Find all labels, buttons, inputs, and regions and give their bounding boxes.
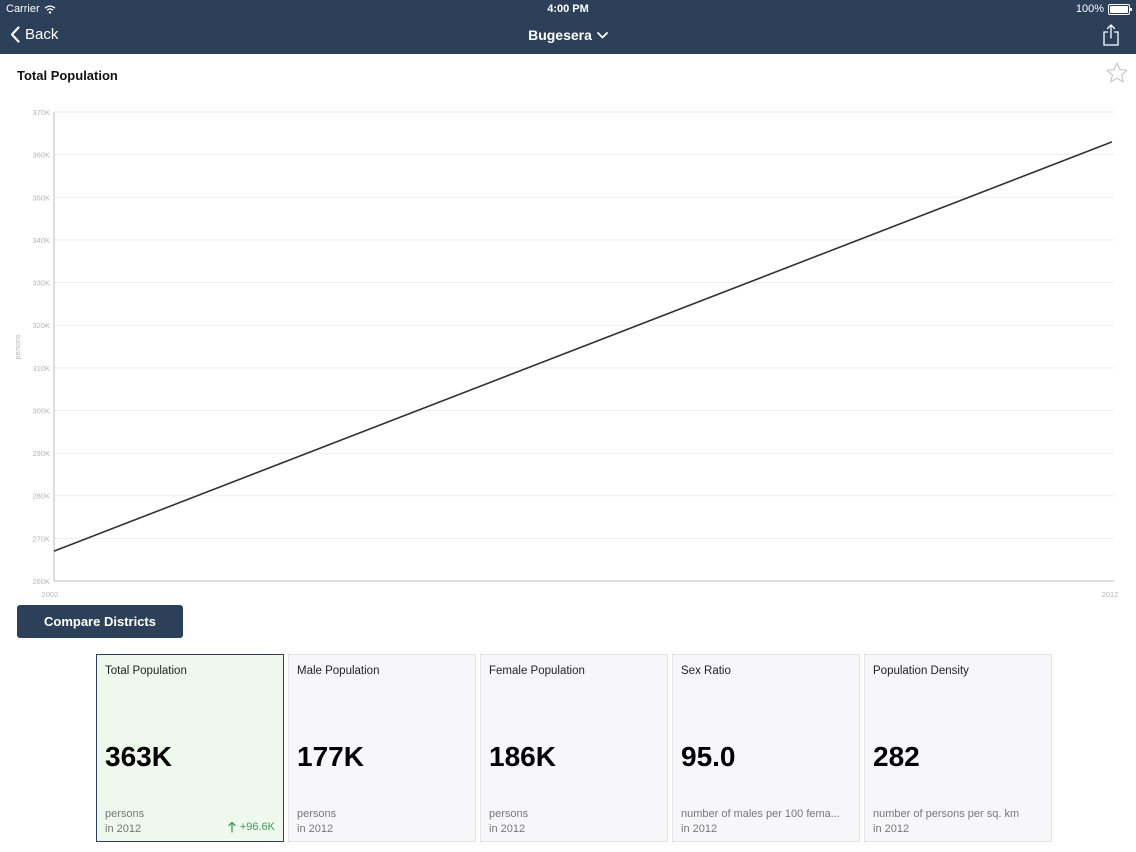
population-line-chart: 260K 270K 280K 290K 300K 310K 320K 330K 340K 350K…	[15, 108, 1119, 599]
district-title: Bugesera	[528, 27, 592, 43]
y-axis-label: persons	[15, 334, 22, 359]
series-line	[53, 141, 1113, 552]
card-unit: persons	[105, 808, 145, 820]
x-axis-ticks: 2002 2012	[42, 590, 1119, 599]
card-year: in 2012	[489, 823, 526, 835]
indicator-cards: Total Population 363K persons in 2012 +9…	[96, 654, 1052, 842]
y-tick-label: 280K	[32, 492, 50, 501]
y-tick-label: 270K	[32, 534, 50, 543]
card-title: Total Population	[105, 665, 187, 677]
card-unit: persons	[297, 808, 337, 820]
arrow-up-icon	[228, 821, 236, 833]
card-change: +96.6K	[228, 821, 275, 833]
card-sex-ratio[interactable]: Sex Ratio 95.0 number of males per 100 f…	[672, 654, 860, 842]
y-tick-label: 340K	[32, 236, 50, 245]
card-title: Female Population	[489, 665, 585, 677]
y-tick-label: 360K	[32, 151, 50, 160]
card-year: in 2012	[873, 823, 910, 835]
status-carrier: Carrier	[6, 3, 56, 15]
y-tick-label: 370K	[32, 108, 50, 117]
y-axis-ticks: 260K 270K 280K 290K 300K 310K 320K 330K 340K 350K…	[32, 108, 50, 586]
share-button[interactable]	[1102, 24, 1120, 51]
y-tick-label: 320K	[32, 321, 50, 330]
favorite-button[interactable]	[1106, 62, 1128, 88]
card-value: 282	[873, 741, 920, 772]
carrier-label: Carrier	[6, 3, 40, 15]
compare-districts-button[interactable]: Compare Districts	[17, 605, 183, 638]
y-tick-label: 350K	[32, 193, 50, 202]
card-population-density[interactable]: Population Density 282 number of persons…	[864, 654, 1052, 842]
battery-label: 100%	[1075, 3, 1104, 15]
star-icon	[1106, 62, 1128, 83]
card-unit: number of persons per sq. km	[873, 808, 1020, 820]
card-title: Male Population	[297, 665, 380, 677]
share-icon	[1103, 24, 1119, 46]
chevron-down-icon	[597, 31, 608, 38]
card-year: in 2012	[681, 823, 718, 835]
card-value: 177K	[297, 741, 364, 772]
x-tick-label: 2012	[1102, 590, 1119, 599]
y-tick-label: 260K	[32, 577, 50, 586]
card-value: 95.0	[681, 741, 736, 772]
card-value: 186K	[489, 741, 556, 772]
district-selector: Bugesera	[0, 27, 1136, 43]
x-tick-label: 2002	[42, 590, 59, 599]
y-tick-label: 330K	[32, 279, 50, 288]
district-dropdown-button[interactable]: Bugesera	[528, 27, 608, 43]
card-year: in 2012	[105, 823, 142, 835]
card-unit: number of males per 100 fema...	[681, 808, 840, 820]
chart-title: Total Population	[17, 68, 118, 83]
card-change-value: +96.6K	[239, 821, 275, 833]
y-tick-label: 310K	[32, 364, 50, 373]
y-tick-label: 300K	[32, 406, 50, 415]
status-battery: 100%	[1075, 3, 1132, 15]
status-time: 4:00 PM	[547, 3, 589, 15]
chart-series	[53, 141, 1113, 552]
chart-grid	[54, 111, 1114, 539]
card-male-population[interactable]: Male Population 177K persons in 2012	[288, 654, 476, 842]
card-title: Sex Ratio	[681, 665, 731, 677]
y-tick-label: 290K	[32, 449, 50, 458]
card-title: Population Density	[873, 665, 969, 677]
card-year: in 2012	[297, 823, 334, 835]
wifi-icon	[44, 4, 56, 14]
card-value: 363K	[105, 741, 172, 772]
card-female-population[interactable]: Female Population 186K persons in 2012	[480, 654, 668, 842]
card-total-population[interactable]: Total Population 363K persons in 2012 +9…	[96, 654, 284, 842]
card-unit: persons	[489, 808, 529, 820]
battery-icon	[1108, 3, 1132, 15]
navigation-bar: Carrier 4:00 PM 100% Back Bugesera	[0, 0, 1136, 54]
